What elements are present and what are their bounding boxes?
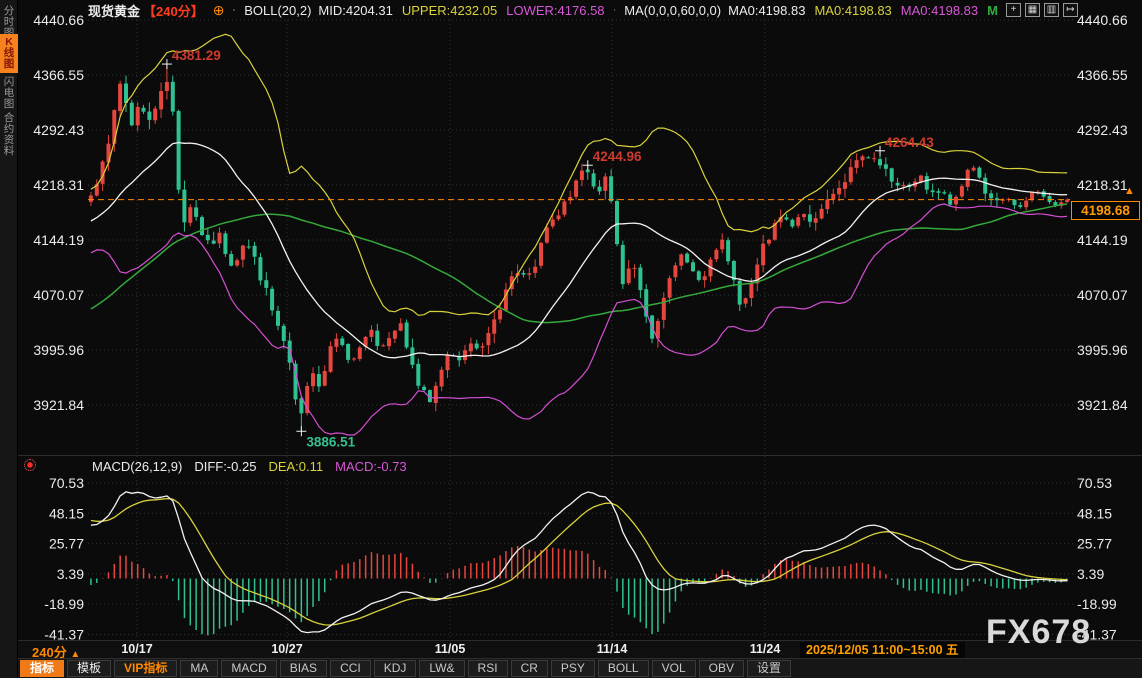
svg-text:3.39: 3.39: [57, 566, 84, 582]
svg-text:4070.07: 4070.07: [1077, 287, 1128, 303]
current-price-tag: 4198.68: [1071, 201, 1140, 220]
toolbar-button-obv[interactable]: OBV: [699, 660, 744, 677]
svg-text:4218.31: 4218.31: [33, 177, 84, 193]
macd-diff-value: DIFF:-0.25: [194, 459, 256, 474]
macd-dea-value: DEA:0.11: [268, 459, 323, 474]
fx678-watermark: FX678: [986, 613, 1091, 652]
toolbar-button-template[interactable]: 模板: [67, 660, 111, 677]
svg-text:70.53: 70.53: [49, 475, 84, 491]
x-tick-label: 10/27: [257, 642, 317, 656]
add-indicator-icon[interactable]: ⊕: [213, 2, 225, 19]
detach-window-icon[interactable]: ↦: [1063, 3, 1078, 17]
ma0-value-1: MA0:4198.83: [728, 3, 805, 18]
svg-text:3.39: 3.39: [1077, 566, 1104, 582]
macd-value: MACD:-0.73: [335, 459, 407, 474]
svg-text:4218.31: 4218.31: [1077, 177, 1128, 193]
svg-text:3995.96: 3995.96: [1077, 342, 1128, 358]
x-tick-label: 11/05: [420, 642, 480, 656]
svg-text:3886.51: 3886.51: [306, 434, 355, 449]
period-label: 【240分】: [143, 1, 204, 20]
toolbar-button-ma[interactable]: MA: [180, 660, 218, 677]
svg-text:-18.99: -18.99: [1077, 596, 1117, 612]
price-marker-icon: ▲: [1124, 185, 1135, 197]
svg-text:-18.99: -18.99: [44, 596, 84, 612]
svg-text:3995.96: 3995.96: [33, 342, 84, 358]
boll-upper-value: UPPER:4232.05: [402, 3, 497, 18]
symbol-name: 现货黄金: [88, 1, 140, 20]
macd-header: MACD(26,12,9) DIFF:-0.25 DEA:0.11 MACD:-…: [92, 459, 407, 474]
ma0-value-2: MA0:4198.83: [814, 3, 891, 18]
toolbar-button-kdj[interactable]: KDJ: [374, 660, 417, 677]
indicator-toolbar: 指标 模板 VIP指标 MA MACD BIAS CCI KDJ LW& RSI…: [18, 658, 1142, 678]
toolbar-button-bias[interactable]: BIAS: [280, 660, 327, 677]
svg-text:4381.29: 4381.29: [172, 48, 221, 63]
toolbar-button-cci[interactable]: CCI: [330, 660, 371, 677]
toolbar-button-psy[interactable]: PSY: [551, 660, 595, 677]
svg-text:4244.96: 4244.96: [593, 149, 642, 164]
chart-type-sidebar: 分时图 K线图 闪电图 合约资料: [0, 0, 18, 678]
sidebar-tab-candle-chart[interactable]: K线图: [0, 34, 18, 73]
toolbar-button-boll[interactable]: BOLL: [598, 660, 649, 677]
time-axis: 240分 ▲ 10/1710/2711/0511/1411/24 2025/12…: [18, 640, 1142, 658]
svg-text:25.77: 25.77: [49, 536, 84, 552]
chart-canvas[interactable]: 4440.66 4440.66 4366.55 4366.55 4292.43 4292.…: [0, 0, 1142, 642]
svg-text:4292.43: 4292.43: [33, 122, 84, 138]
boll-indicator-title: BOLL(20,2): [244, 3, 311, 18]
toolbar-button-indicator[interactable]: 指标: [20, 660, 64, 677]
x-tick-label: 11/14: [582, 642, 642, 656]
boll-mid-value: MID:4204.31: [318, 3, 392, 18]
app-window: 4440.66 4440.66 4366.55 4366.55 4292.43 4292.…: [0, 0, 1142, 678]
mini-chart-icon[interactable]: [233, 4, 235, 16]
x-tick-label: 10/17: [107, 642, 167, 656]
svg-text:4292.43: 4292.43: [1077, 122, 1128, 138]
ma-indicator-title: MA(0,0,0,60,0,0): [624, 3, 721, 18]
ma-value-truncated: M: [987, 3, 998, 18]
svg-text:25.77: 25.77: [1077, 536, 1112, 552]
mini-chart-icon[interactable]: [614, 4, 616, 16]
svg-text:3921.84: 3921.84: [33, 397, 84, 413]
svg-text:4440.66: 4440.66: [33, 12, 84, 28]
macd-indicator-title: MACD(26,12,9): [92, 459, 182, 474]
boll-lower-value: LOWER:4176.58: [506, 3, 604, 18]
svg-text:70.53: 70.53: [1077, 475, 1112, 491]
ma0-value-3: MA0:4198.83: [901, 3, 978, 18]
indicator-marker-icon[interactable]: [24, 459, 36, 471]
svg-text:48.15: 48.15: [49, 505, 84, 521]
toolbar-button-macd[interactable]: MACD: [221, 660, 276, 677]
svg-text:3921.84: 3921.84: [1077, 397, 1128, 413]
toolbar-button-vol[interactable]: VOL: [652, 660, 696, 677]
sidebar-tab-contract-info[interactable]: 合约资料: [0, 110, 18, 160]
pane-split-icon[interactable]: ▥: [1044, 3, 1059, 17]
svg-text:48.15: 48.15: [1077, 505, 1112, 521]
toolbar-button-rsi[interactable]: RSI: [468, 660, 508, 677]
svg-text:4264.43: 4264.43: [885, 135, 934, 150]
svg-text:4440.66: 4440.66: [1077, 12, 1128, 28]
chart-header: 现货黄金 【240分】 ⊕ BOLL(20,2) MID:4204.31 UPP…: [88, 0, 998, 20]
svg-text:4144.19: 4144.19: [1077, 232, 1128, 248]
svg-text:4366.55: 4366.55: [33, 67, 84, 83]
crosshair-icon[interactable]: +: [1006, 3, 1021, 17]
pane-layout-icon[interactable]: ▦: [1025, 3, 1040, 17]
toolbar-button-settings[interactable]: 设置: [747, 660, 791, 677]
svg-text:4144.19: 4144.19: [33, 232, 84, 248]
session-info-label: 2025/12/05 11:00~15:00 五: [800, 642, 965, 658]
svg-text:4070.07: 4070.07: [33, 287, 84, 303]
window-controls: + ▦ ▥ ↦: [1006, 3, 1078, 17]
svg-text:4366.55: 4366.55: [1077, 67, 1128, 83]
x-tick-label: 11/24: [735, 642, 795, 656]
toolbar-button-vip[interactable]: VIP指标: [114, 660, 177, 677]
toolbar-button-cr[interactable]: CR: [511, 660, 548, 677]
sidebar-tab-flash-chart[interactable]: 闪电图: [0, 74, 18, 113]
toolbar-button-lw[interactable]: LW&: [419, 660, 464, 677]
